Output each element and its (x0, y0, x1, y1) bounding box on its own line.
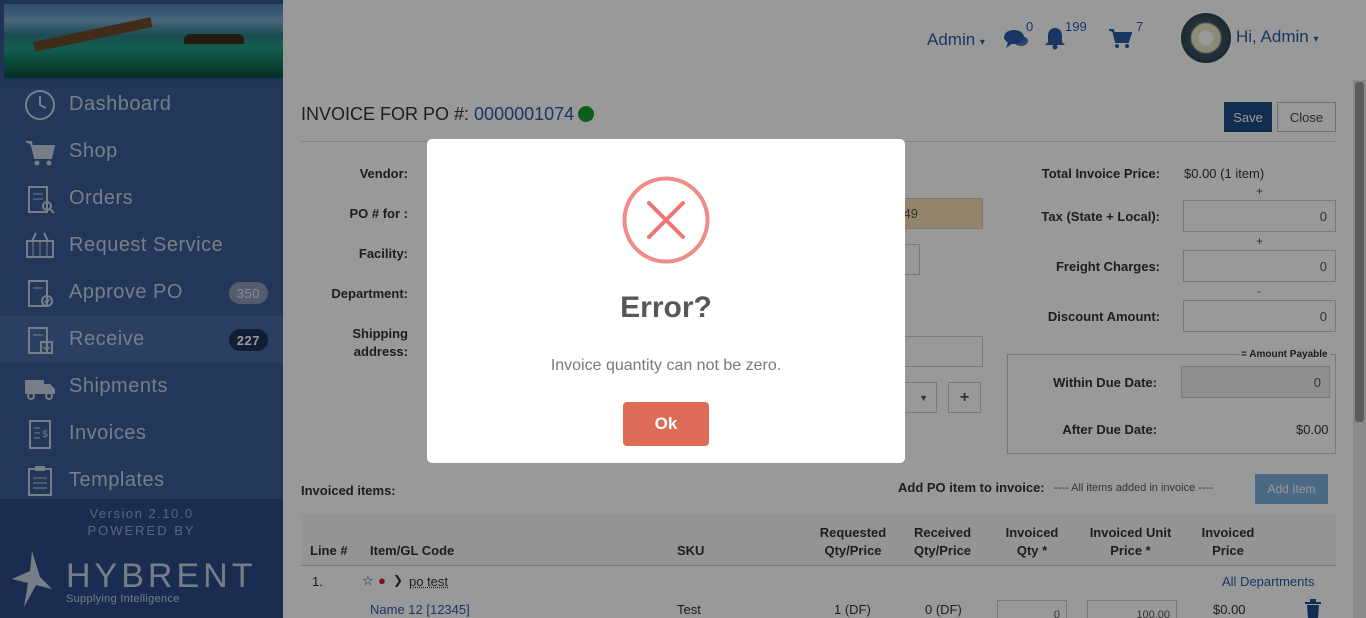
error-x-icon (622, 176, 710, 264)
error-dialog: Error? Invoice quantity can not be zero.… (427, 139, 905, 463)
dialog-message: Invoice quantity can not be zero. (427, 357, 905, 375)
dialog-title: Error? (427, 291, 905, 325)
ok-button[interactable]: Ok (623, 402, 709, 446)
